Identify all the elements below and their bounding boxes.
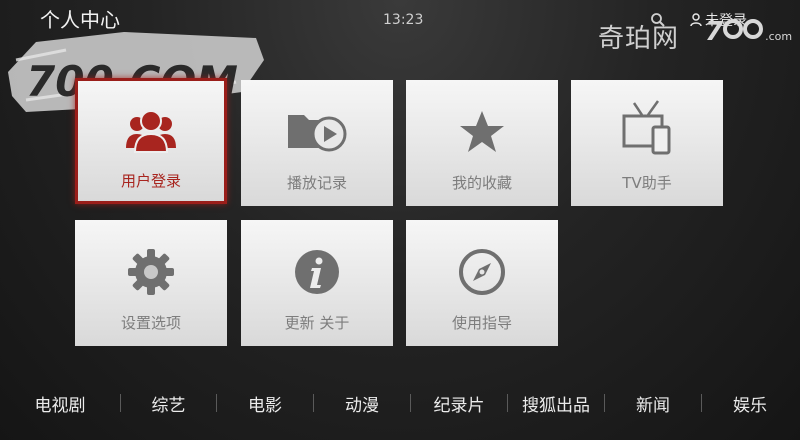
category-nav: 电视剧 综艺 电影 动漫 纪录片 搜狐出品 新闻 娱乐 [0, 380, 800, 426]
tile-settings[interactable]: 设置选项 [75, 220, 227, 346]
star-icon [458, 108, 506, 156]
user-icon [690, 13, 702, 27]
tile-favorites[interactable]: 我的收藏 [406, 80, 558, 206]
tile-user-login[interactable]: 用户登录 [75, 78, 227, 204]
tile-label: 设置选项 [120, 314, 181, 332]
nav-item-documentary[interactable]: 纪录片 [411, 391, 507, 416]
brand-name: 奇珀网 [598, 24, 680, 54]
folder-play-icon [286, 108, 348, 156]
nav-item-movies[interactable]: 电影 [217, 391, 313, 416]
tile-user-guide[interactable]: 使用指导 [406, 220, 558, 346]
tile-label: 更新 关于 [284, 314, 350, 332]
nav-item-anime[interactable]: 动漫 [314, 391, 410, 416]
gear-icon [126, 248, 176, 296]
nav-item-entertainment[interactable]: 娱乐 [702, 391, 798, 416]
tile-label: 用户登录 [120, 172, 181, 190]
nav-item-news[interactable]: 新闻 [605, 391, 701, 416]
nav-item-tv-series[interactable]: 电视剧 [0, 391, 120, 416]
tile-label: 我的收藏 [451, 174, 512, 192]
clock: 13:23 [383, 12, 424, 28]
tile-label: 播放记录 [286, 174, 347, 192]
tv-phone-icon [620, 100, 674, 156]
tile-label: 使用指导 [451, 314, 512, 332]
nav-item-sohu-originals[interactable]: 搜狐出品 [508, 391, 604, 416]
brand-logo: 7 .com [705, 17, 793, 47]
tile-tv-assistant[interactable]: TV助手 [571, 80, 723, 206]
tile-label: TV助手 [622, 174, 672, 192]
compass-icon [458, 248, 506, 296]
tile-play-history[interactable]: 播放记录 [241, 80, 393, 206]
nav-item-variety[interactable]: 综艺 [121, 391, 216, 416]
tile-update-about[interactable]: 更新 关于 [241, 220, 393, 346]
info-icon [293, 248, 341, 296]
users-icon [125, 106, 177, 154]
